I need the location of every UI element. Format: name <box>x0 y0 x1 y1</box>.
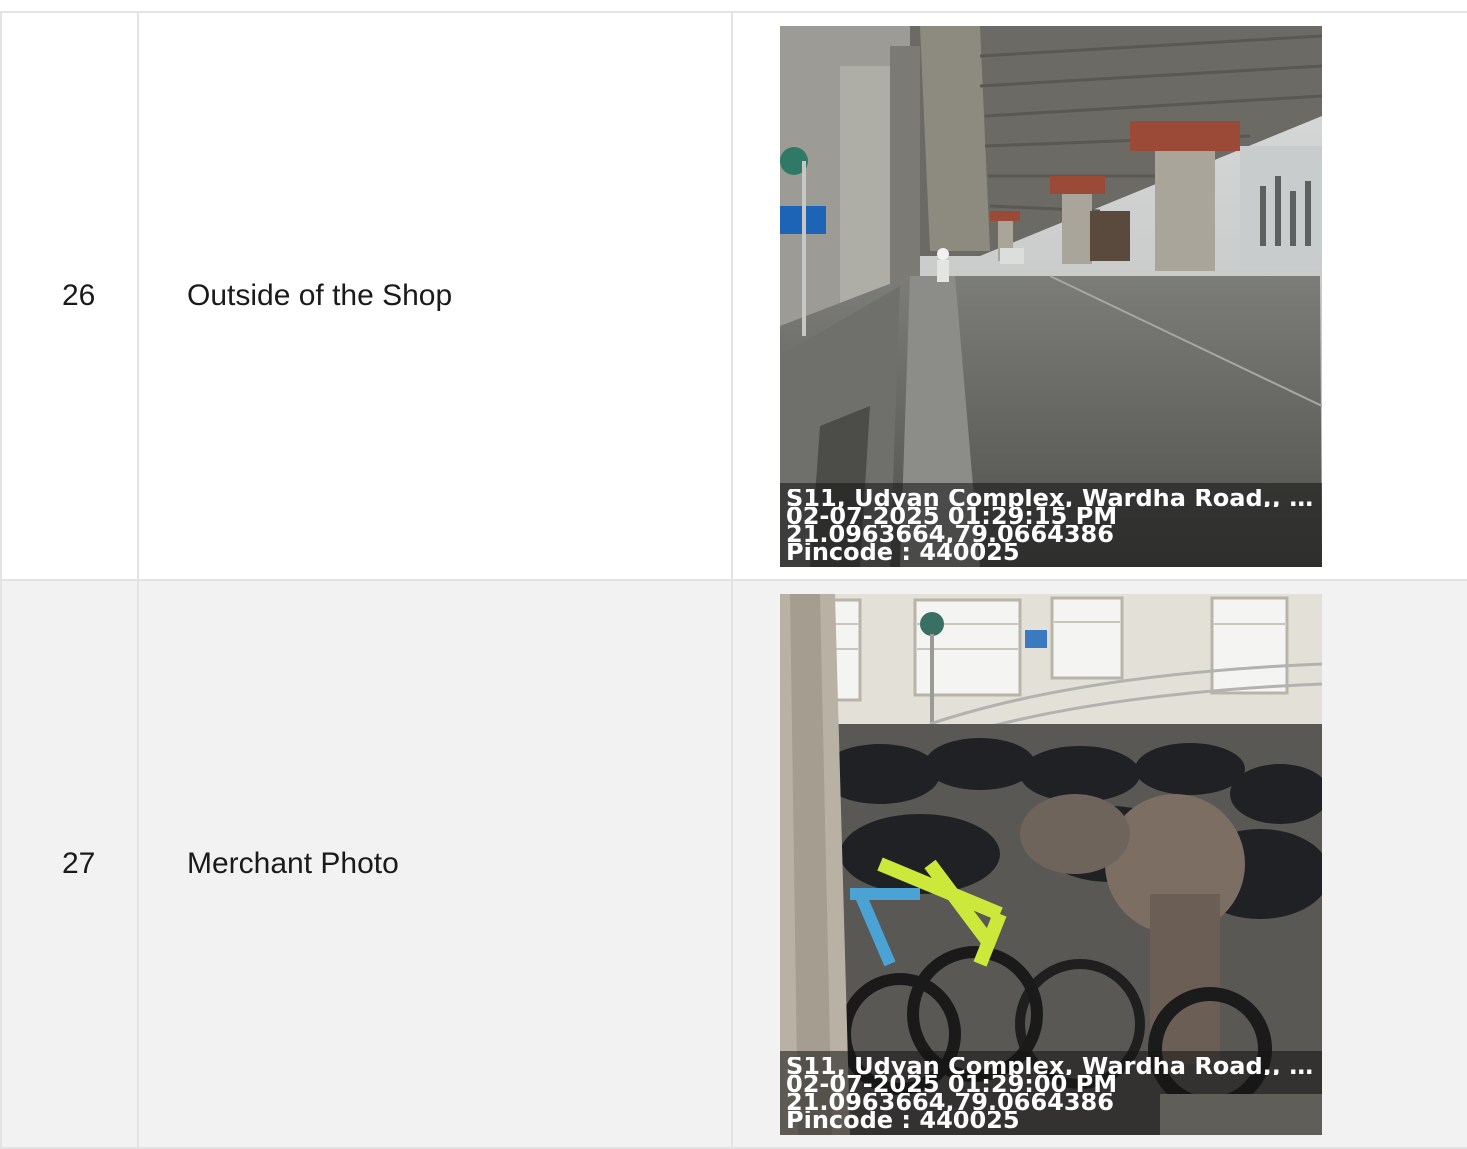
photo-cell: S11, Udyan Complex, Wardha Road,, Ujwal … <box>731 11 1467 581</box>
geotag-pincode: Pincode : 440025 <box>786 542 1020 561</box>
photo-label-cell: Outside of the Shop <box>137 11 733 581</box>
photo-cell: S11, Udyan Complex, Wardha Road,, Ujwal … <box>731 579 1467 1149</box>
report-table: 26 Outside of the Shop S11, Udyan Comple… <box>0 11 1467 1149</box>
geotag-datetime: 02-07-2025 01:29:00 PM <box>786 1074 1118 1093</box>
merchant-photo[interactable]: S11, Udyan Complex, Wardha Road,, Ujwal … <box>780 593 1322 1135</box>
photo-label: Outside of the Shop <box>187 279 453 312</box>
serial-number-cell: 26 <box>0 11 139 581</box>
geotag-coordinates: 21.0963664,79.0664386 <box>786 524 1114 543</box>
shop-outside-photo[interactable]: S11, Udyan Complex, Wardha Road,, Ujwal … <box>780 25 1322 567</box>
photo-label-cell: Merchant Photo <box>137 579 733 1149</box>
photo-label: Merchant Photo <box>187 847 399 880</box>
geotag-overlay: S11, Udyan Complex, Wardha Road,, Ujwal … <box>780 1050 1322 1135</box>
geotag-pincode: Pincode : 440025 <box>786 1110 1020 1129</box>
geotag-overlay: S11, Udyan Complex, Wardha Road,, Ujwal … <box>780 482 1322 567</box>
serial-number: 26 <box>62 279 96 312</box>
serial-number: 27 <box>62 847 96 880</box>
geotag-coordinates: 21.0963664,79.0664386 <box>786 1092 1114 1111</box>
geotag-datetime: 02-07-2025 01:29:15 PM <box>786 506 1118 525</box>
geotag-address: S11, Udyan Complex, Wardha Road,, Ujwal … <box>786 488 1322 507</box>
geotag-address: S11, Udyan Complex, Wardha Road,, Ujwal … <box>786 1056 1322 1075</box>
serial-number-cell: 27 <box>0 579 139 1149</box>
table-row: 26 Outside of the Shop S11, Udyan Comple… <box>0 11 1467 581</box>
table-row: 27 Merchant Photo S11, Udyan Complex, Wa… <box>0 579 1467 1149</box>
